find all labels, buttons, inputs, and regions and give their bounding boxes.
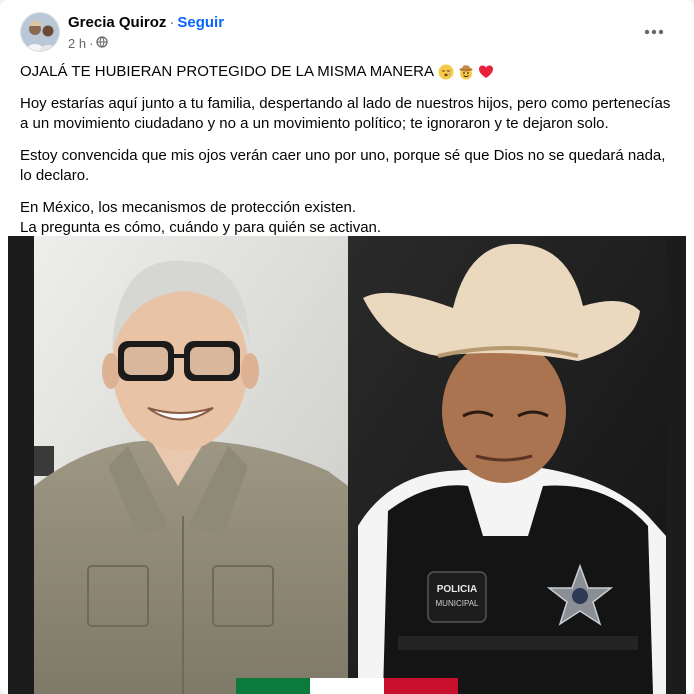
follow-button[interactable]: Seguir [177,14,224,31]
svg-text:POLICIA: POLICIA [437,584,478,595]
globe-icon [96,36,109,51]
sleepy-face-icon [438,64,454,80]
red-heart-icon [478,64,494,80]
post-header: Grecia Quiroz · Seguir 2 h · [20,12,674,56]
post-title-line: OJALÁ TE HUBIERAN PROTEGIDO DE LA MISMA … [20,62,680,82]
post-title: OJALÁ TE HUBIERAN PROTEGIDO DE LA MISMA … [20,63,434,80]
post-paragraph: Hoy estarías aquí junto a tu familia, de… [20,95,671,132]
photo-left [34,236,348,694]
photo-right: POLICIA MUNICIPAL [348,236,666,694]
flag-strip [236,678,458,694]
post-meta: 2 h · [68,36,109,51]
post-image[interactable]: POLICIA MUNICIPAL [8,236,686,694]
more-options-icon[interactable] [636,14,672,50]
separator-dot: · [169,14,175,31]
post-line: La pregunta es cómo, cuándo y para quién… [20,219,382,236]
post-timestamp[interactable]: 2 h [68,36,86,51]
svg-text:MUNICIPAL: MUNICIPAL [436,599,480,608]
author-name[interactable]: Grecia Quiroz [68,14,166,31]
post-text: OJALÁ TE HUBIERAN PROTEGIDO DE LA MISMA … [20,62,680,238]
avatar[interactable] [20,12,60,52]
post-card: Grecia Quiroz · Seguir 2 h · OJALÁ TE HUBI… [0,0,694,694]
post-paragraph: Estoy convencida que mis ojos verán caer… [20,147,666,184]
cowboy-face-icon [458,64,474,80]
separator-dot: · [89,36,94,51]
post-paragraph: En México, los mecanismos de protección … [20,198,680,238]
author-row: Grecia Quiroz · Seguir [68,14,224,31]
post-line: En México, los mecanismos de protección … [20,199,356,216]
